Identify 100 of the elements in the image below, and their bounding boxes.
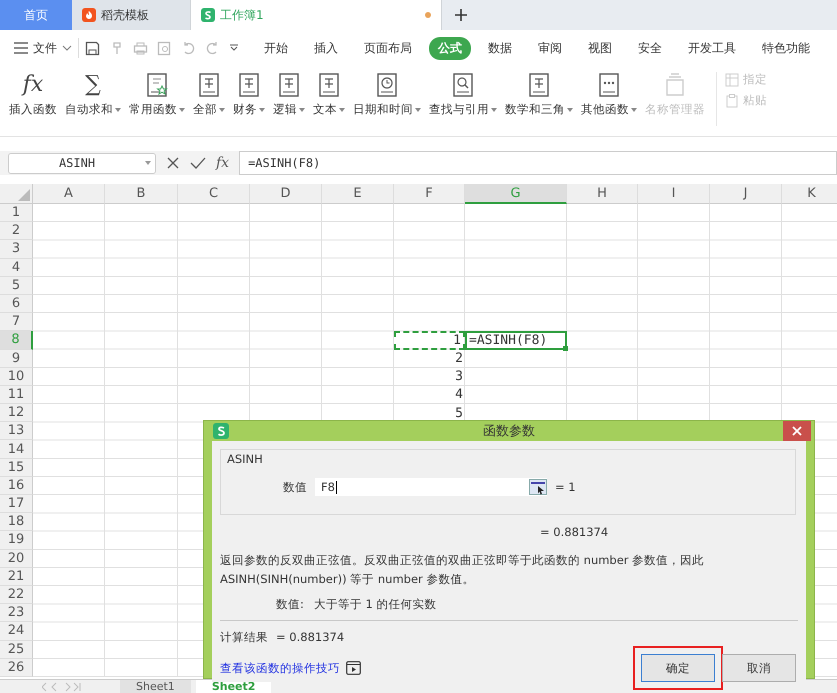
row-header[interactable]: 26 [0,658,33,677]
calc-result-value: = 0.881374 [276,630,344,645]
row-header[interactable]: 2 [0,222,33,240]
formula-field[interactable]: =ASINH(F8) [239,151,837,175]
row-header[interactable]: 5 [0,276,33,295]
file-menu[interactable]: 文件 [14,40,72,56]
argument-help-label: 数值: [276,597,304,612]
row-header[interactable]: 13 [0,422,33,440]
video-icon[interactable] [346,661,361,675]
document-icon [452,72,474,98]
ribbon-tab[interactable]: 特色功能 [753,36,819,60]
document-icon [146,72,168,98]
row-header[interactable]: 21 [0,568,33,586]
flame-icon [82,8,96,22]
column-header[interactable]: D [250,184,322,204]
row-header[interactable]: 9 [0,350,33,368]
ribbon-tab[interactable]: 视图 [579,36,621,60]
row-header[interactable]: 20 [0,550,33,568]
row-header[interactable]: 23 [0,604,33,622]
ribbon-button[interactable]: 日期和时间 [350,72,424,117]
row-header[interactable]: 18 [0,513,33,532]
column-header[interactable]: I [638,184,710,204]
input-field[interactable]: F8 [315,478,547,496]
name-box[interactable]: ASINH [8,152,156,174]
row-header[interactable]: 17 [0,495,33,514]
column-header[interactable]: E [322,184,394,204]
ribbon-button[interactable]: 常用函数 [126,72,188,117]
ribbon-button[interactable]: 全部 [190,72,228,117]
column-header[interactable]: J [710,184,782,204]
cancel-icon[interactable] [166,156,180,170]
close-button[interactable] [783,421,811,441]
function-description: 返回参数的反双曲正弦值。反双曲正弦值的双曲正弦即等于此函数的 number 参数值，因此 ASINH(SINH(number)) 等于 number 参数值。 [220,552,706,588]
row-header[interactable]: 12 [0,404,33,422]
function-glyph-icon: fx [22,72,44,98]
ribbon-button[interactable]: fx 插入函数 [6,72,60,117]
row-header[interactable]: 4 [0,258,33,277]
row-header[interactable]: 25 [0,640,33,659]
check-icon[interactable] [190,156,206,170]
ribbon-tab[interactable]: 安全 [629,36,671,60]
row-header[interactable]: 22 [0,586,33,604]
ribbon-button[interactable]: 数学和三角 [502,72,576,117]
table-cell-text: 5 [454,404,464,422]
ribbon-button[interactable]: 查找与引用 [426,72,500,117]
app-tab[interactable]: 稻壳模板 [72,0,190,30]
column-header[interactable]: C [178,184,250,204]
tips-link[interactable]: 查看该函数的操作技巧 [220,660,340,676]
row-header[interactable]: 15 [0,458,33,477]
column-header[interactable]: K [782,184,837,204]
ribbon-tab[interactable]: 数据 [479,36,521,60]
dialog-button[interactable]: 取消 [722,654,796,682]
function-glyph-icon: ∑ [85,72,101,98]
ribbon-button[interactable]: ∑ 自动求和 [62,72,124,117]
insert-function-button[interactable]: fx [216,155,230,171]
function-name: ASINH [227,452,263,466]
ribbon-button[interactable]: 其他函数 [578,72,640,117]
argument-help: 大于等于 1 的任何实数 [314,597,437,612]
menu-icon [14,42,28,54]
column-header[interactable]: H [567,184,638,204]
column-header[interactable]: F [394,184,465,204]
table-icon [725,72,739,86]
document-icon [528,72,550,98]
column-header[interactable]: B [105,184,178,204]
formula-result: = 0.881374 [540,525,610,539]
calc-result-label: 计算结果 [220,630,268,645]
document-icon [238,72,260,98]
column-header[interactable]: A [33,184,105,204]
row-header[interactable]: 11 [0,386,33,404]
more-caret-icon[interactable] [229,44,239,52]
spreadsheet-logo-icon [213,423,229,439]
caret-icon [62,45,72,51]
ribbon-tab[interactable]: 审阅 [529,36,571,60]
sheet-tab[interactable]: Sheet1 [120,680,191,693]
ribbon-button[interactable]: 逻辑 [270,72,308,117]
table-cell-text: 4 [454,386,464,404]
save-icon[interactable] [85,40,100,56]
row-header[interactable]: 7 [0,313,33,332]
ribbon-tab[interactable]: 插入 [305,36,347,60]
row-header[interactable]: 16 [0,476,33,495]
new-tab-icon[interactable] [454,8,468,22]
row-header[interactable]: 19 [0,531,33,550]
dialog-button[interactable]: 确定 [641,654,715,682]
ribbon-tab[interactable]: 开发工具 [679,36,745,60]
row-header[interactable]: 14 [0,440,33,459]
argument-result: = 1 [555,480,576,494]
ribbon-button[interactable]: 财务 [230,72,268,117]
document-icon [278,72,300,98]
document-icon [664,72,686,98]
close-icon [792,426,802,436]
table-cell: =ASINH(F8) [465,331,567,350]
ribbon-tab[interactable]: 页面布局 [355,36,421,60]
document-icon [318,72,340,98]
row-header[interactable]: 24 [0,622,33,640]
row-header[interactable]: 3 [0,240,33,259]
ribbon-tab[interactable]: 开始 [255,36,297,60]
collapse-dialog-icon[interactable] [529,479,547,495]
row-header[interactable]: 10 [0,368,33,386]
row-header[interactable]: 1 [0,204,33,222]
ribbon-button[interactable]: 文本 [310,72,348,117]
caret-icon [145,161,151,165]
row-header[interactable]: 6 [0,294,33,314]
